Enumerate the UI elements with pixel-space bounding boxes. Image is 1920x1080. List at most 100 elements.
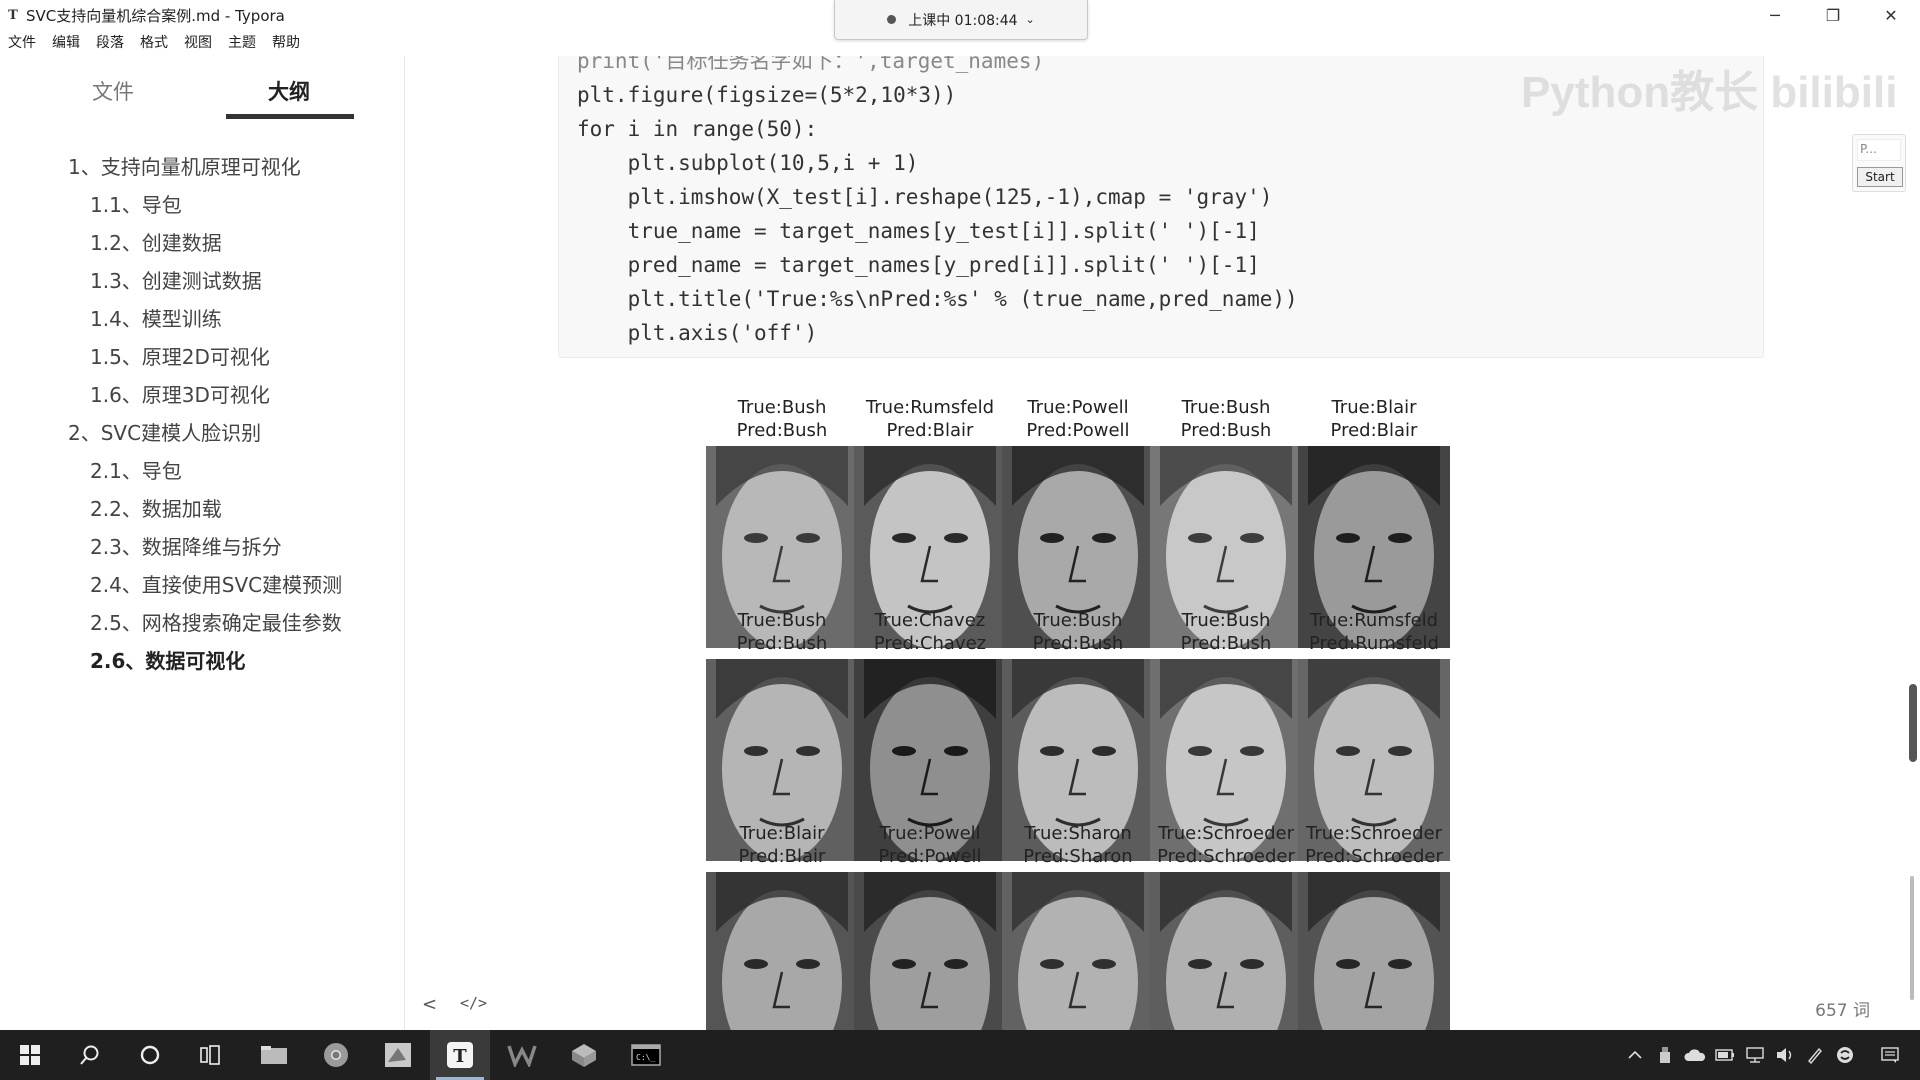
outline-item[interactable]: 2、SVC建模人脸识别 (0, 412, 405, 450)
pen-icon[interactable] (1800, 1030, 1830, 1080)
true-label: True:Schroeder (1157, 823, 1295, 844)
terminal-icon[interactable]: C:\_ (616, 1030, 676, 1080)
menu-format[interactable]: 格式 (140, 32, 168, 52)
toggle-sidebar-button[interactable]: < (422, 994, 437, 1015)
search-icon[interactable] (60, 1030, 120, 1080)
notification-icon[interactable] (1860, 1030, 1920, 1080)
outline-item[interactable]: 1.6、原理3D可视化 (0, 374, 405, 412)
chevron-down-icon[interactable]: ⌄ (1026, 13, 1035, 26)
pred-label: Pred:Sharon (1023, 846, 1133, 867)
pred-label: Pred:Blair (1330, 420, 1418, 441)
true-label: True:Bush (1181, 610, 1271, 631)
menu-file[interactable]: 文件 (8, 32, 36, 52)
sidebar: 文件 大纲 1、支持向量机原理可视化 1.1、导包 1.2、创建数据 1.3、创建测试… (0, 56, 405, 1030)
typora-icon[interactable]: T (430, 1030, 490, 1080)
true-label: True:Powell (879, 823, 981, 844)
outline-item[interactable]: 1、支持向量机原理可视化 (0, 146, 405, 184)
editor[interactable]: print('目标任务名字如下：',target_names) plt.figur… (406, 56, 1920, 1030)
outline-item[interactable]: 2.5、网格搜索确定最佳参数 (0, 602, 405, 640)
outline-item[interactable]: 1.5、原理2D可视化 (0, 336, 405, 374)
code-line: print('目标任务名字如下：',target_names) (577, 56, 1045, 73)
menu-bar: 文件 编辑 段落 格式 视图 主题 帮助 (0, 30, 316, 54)
outline-item[interactable]: 1.3、创建测试数据 (0, 260, 405, 298)
outline-item[interactable]: 2.1、导包 (0, 450, 405, 488)
code-line: plt.imshow(X_test[i].reshape(125,-1),cma… (577, 185, 1273, 209)
scrollbar[interactable] (1906, 56, 1920, 1030)
usb-icon[interactable] (1650, 1030, 1680, 1080)
pred-label: Pred:Powell (878, 846, 982, 867)
pred-label: Pred:Bush (736, 420, 828, 441)
menu-paragraph[interactable]: 段落 (96, 32, 124, 52)
outline-item[interactable]: 2.6、数据可视化 (0, 640, 405, 678)
outline-item[interactable]: 1.2、创建数据 (0, 222, 405, 260)
floating-widget: P... Start (1852, 134, 1906, 192)
source-mode-button[interactable]: </> (460, 994, 487, 1012)
chrome-icon[interactable] (306, 1030, 366, 1080)
task-view-icon[interactable] (180, 1030, 240, 1080)
svg-text:C:\_: C:\_ (636, 1053, 655, 1062)
scroll-thumb[interactable] (1909, 684, 1917, 762)
menu-help[interactable]: 帮助 (272, 32, 300, 52)
menu-edit[interactable]: 编辑 (52, 32, 80, 52)
pred-label: Pred:Bush (1180, 420, 1272, 441)
minimize-button[interactable]: ─ (1746, 0, 1804, 30)
sync-icon[interactable] (1830, 1030, 1860, 1080)
word-count[interactable]: 657 词 (1815, 996, 1870, 1021)
code-line: plt.figure(figsize=(5*2,10*3)) (577, 83, 957, 107)
pred-label: Pred:Schroeder (1305, 846, 1443, 867)
maximize-button[interactable]: ❐ (1804, 0, 1862, 30)
record-dot-icon (887, 15, 897, 24)
system-tray (1620, 1030, 1920, 1080)
cortana-icon[interactable] (120, 1030, 180, 1080)
pred-label: Pred:Blair (886, 420, 974, 441)
code-line: for i in range(50): (577, 117, 818, 141)
code-line: plt.title('True:%s\nPred:%s' % (true_nam… (577, 287, 1298, 311)
windows-start-icon[interactable] (0, 1030, 60, 1080)
package-icon[interactable] (554, 1030, 614, 1080)
menu-theme[interactable]: 主题 (228, 32, 256, 52)
outline-item[interactable]: 2.4、直接使用SVC建模预测 (0, 564, 405, 602)
outline-item[interactable]: 2.2、数据加载 (0, 488, 405, 526)
window-controls: ─ ❐ ✕ (1746, 0, 1920, 30)
code-line: plt.axis('off') (577, 321, 818, 345)
menu-view[interactable]: 视图 (184, 32, 212, 52)
outline-item[interactable]: 1.1、导包 (0, 184, 405, 222)
true-label: True:Rumsfeld (865, 397, 995, 418)
start-button[interactable]: Start (1857, 167, 1903, 187)
true-label: True:Chavez (874, 610, 986, 631)
pred-label: Pred:Bush (736, 633, 828, 654)
pred-label: Pred:Bush (1180, 633, 1272, 654)
active-tab-indicator (226, 114, 354, 119)
wps-icon[interactable] (492, 1030, 552, 1080)
file-explorer-icon[interactable] (244, 1030, 304, 1080)
volume-icon[interactable] (1770, 1030, 1800, 1080)
chevron-up-icon[interactable] (1620, 1030, 1650, 1080)
true-label: True:Bush (737, 610, 827, 631)
battery-icon[interactable] (1710, 1030, 1740, 1080)
tab-files[interactable]: 文件 (92, 76, 134, 106)
code-line: pred_name = target_names[y_pred[i]].spli… (577, 253, 1260, 277)
widget-input[interactable]: P... (1857, 139, 1901, 161)
typora-app-icon: T (8, 7, 18, 23)
code-line: plt.subplot(10,5,i + 1) (577, 151, 919, 175)
pred-label: Pred:Schroeder (1157, 846, 1295, 867)
scroll-track-marker (1910, 876, 1914, 1000)
network-icon[interactable] (1740, 1030, 1770, 1080)
editor-footer: < </> 657 词 (406, 984, 1920, 1030)
paint-icon[interactable] (368, 1030, 428, 1080)
true-label: True:Sharon (1024, 823, 1132, 844)
outline-item[interactable]: 2.3、数据降维与拆分 (0, 526, 405, 564)
tab-outline[interactable]: 大纲 (268, 76, 310, 106)
outline-item[interactable]: 1.4、模型训练 (0, 298, 405, 336)
code-line: true_name = target_names[y_test[i]].spli… (577, 219, 1260, 243)
pred-label: Pred:Blair (738, 846, 826, 867)
recording-label: 上课中 01:08:44 (908, 12, 1018, 29)
pred-label: Pred:Powell (1026, 420, 1130, 441)
true-label: True:Schroeder (1305, 823, 1443, 844)
pred-label: Pred:Rumsfeld (1309, 633, 1439, 654)
onedrive-icon[interactable] (1680, 1030, 1710, 1080)
recording-indicator[interactable]: 上课中 01:08:44 ⌄ (834, 0, 1088, 40)
true-label: True:Blair (739, 823, 825, 844)
svg-text:T: T (453, 1046, 467, 1067)
close-button[interactable]: ✕ (1862, 0, 1920, 30)
